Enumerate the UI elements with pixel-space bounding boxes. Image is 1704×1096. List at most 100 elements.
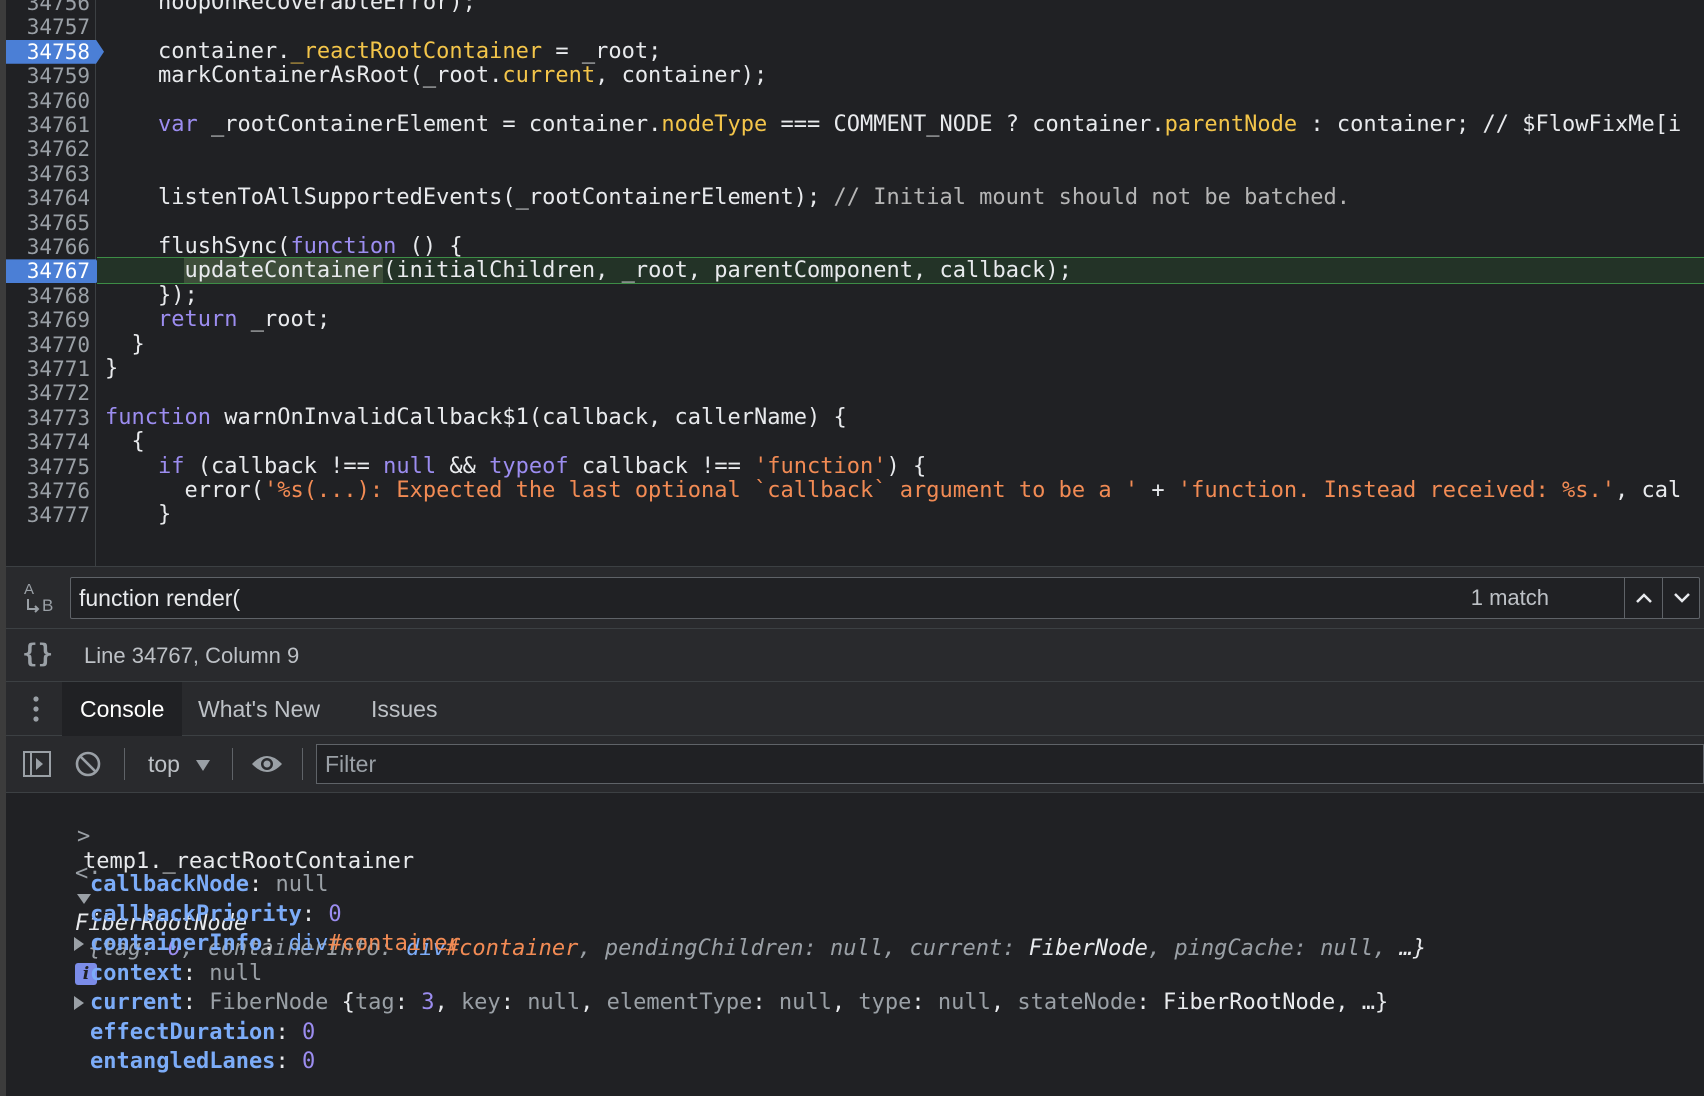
code-token: && — [436, 453, 490, 479]
line-number[interactable]: 34772 — [6, 380, 90, 407]
property-name: current — [90, 990, 183, 1015]
clear-console-icon[interactable] — [74, 750, 102, 778]
console-output[interactable]: > temp1._reactRootContainer <· FiberRoot… — [6, 793, 1704, 1096]
code-token: _root; — [237, 307, 331, 333]
search-input[interactable] — [79, 578, 1379, 618]
pretty-print-icon[interactable]: {} — [22, 639, 53, 669]
drawer-tab-bar: Console What's New Issues — [6, 682, 1704, 736]
line-number[interactable]: 34776 — [6, 478, 90, 505]
tab-issues[interactable]: Issues — [353, 682, 455, 736]
code-token: { — [105, 429, 145, 455]
code-token: ) { — [886, 453, 927, 479]
code-token: 'function' — [754, 453, 887, 479]
editor-status-bar: {} Line 34767, Column 9 — [6, 629, 1704, 682]
code-line[interactable]: markContainerAsRoot(_root.current, conta… — [105, 63, 767, 90]
code-token: _rootContainerElement = container. — [197, 112, 662, 137]
code-token: flushSync( — [105, 234, 291, 259]
line-number[interactable]: 34764 — [6, 185, 90, 212]
line-number[interactable]: 34758 — [6, 39, 90, 66]
line-number[interactable]: 34771 — [6, 356, 90, 383]
line-number[interactable]: 34775 — [6, 454, 90, 481]
cursor-position: Line 34767, Column 9 — [84, 643, 300, 668]
property-row-containerInfo[interactable]: containerInfo: div#container — [74, 931, 461, 956]
context-selector[interactable]: top — [148, 736, 211, 793]
code-token: var — [157, 112, 198, 137]
next-match-button[interactable] — [1662, 578, 1700, 618]
code-token: warnOnInvalidCallback$1(callback, caller… — [210, 404, 847, 430]
fiber-type: FiberNode — [209, 990, 329, 1015]
property-value: null — [209, 960, 263, 986]
code-token: === COMMENT_NODE ? container. — [767, 112, 1165, 137]
code-line[interactable]: updateContainer(initialChildren, _root, … — [105, 258, 1072, 285]
code-line[interactable]: function warnOnInvalidCallback$1(callbac… — [105, 405, 847, 432]
line-number[interactable]: 34774 — [6, 429, 90, 456]
property-row-current[interactable]: current: FiberNode {tag: 3, key: null, e… — [74, 990, 1388, 1015]
line-number[interactable]: 34768 — [6, 283, 90, 310]
code-token: current — [502, 63, 596, 89]
code-area[interactable]: noopOnRecoverableError); container._reac… — [97, 0, 1704, 566]
line-number[interactable]: 34761 — [6, 112, 90, 139]
line-number[interactable]: 34777 — [6, 502, 90, 529]
code-token: = _root; — [542, 38, 662, 64]
code-token: // Initial mount should not be batched. — [833, 185, 1351, 211]
line-number[interactable]: 34762 — [6, 136, 90, 163]
line-number[interactable]: 34769 — [6, 307, 90, 334]
property-row-callbackNode[interactable]: callbackNode: null — [74, 872, 328, 897]
property-name: entangledLanes — [90, 1049, 276, 1074]
svg-text:A: A — [24, 581, 34, 598]
line-number[interactable]: 34757 — [6, 14, 90, 41]
tab-whats-new[interactable]: What's New — [180, 682, 338, 736]
code-line[interactable]: var _rootContainerElement = container.no… — [105, 112, 1681, 139]
search-bar: A B 1 match — [6, 566, 1704, 629]
tab-console[interactable]: Console — [62, 682, 183, 736]
more-options-icon[interactable] — [26, 694, 46, 724]
summary-pending: null — [830, 936, 883, 961]
search-box: 1 match — [70, 577, 1700, 619]
line-number[interactable]: 34766 — [6, 234, 90, 261]
code-token: + — [1138, 478, 1178, 503]
property-value-id: #container — [328, 931, 461, 956]
code-token: , cal — [1614, 478, 1682, 503]
line-number[interactable]: 34763 — [6, 161, 90, 188]
code-line[interactable]: error('%s(...): Expected the last option… — [105, 478, 1681, 505]
source-editor[interactable]: 34756 34757 34758 34759 34760 34761 34762 34763… — [6, 0, 1704, 566]
code-token: null — [383, 453, 437, 479]
line-number[interactable]: 34767 — [6, 258, 90, 285]
property-row-context[interactable]: context: null — [74, 961, 262, 986]
line-number[interactable]: 34765 — [6, 210, 90, 237]
previous-match-button[interactable] — [1624, 578, 1662, 618]
line-number[interactable]: 34760 — [6, 88, 90, 115]
line-number[interactable]: 34770 — [6, 332, 90, 359]
code-line[interactable]: container._reactRootContainer = _root; — [105, 39, 661, 66]
line-number[interactable]: 34759 — [6, 63, 90, 90]
line-number-gutter[interactable]: 34756 34757 34758 34759 34760 34761 34762 34763… — [6, 0, 104, 566]
code-line[interactable]: listenToAllSupportedEvents(_rootContaine… — [105, 185, 1350, 212]
console-toolbar: top — [6, 736, 1704, 793]
sidebar-toggle-icon[interactable] — [22, 750, 52, 778]
code-line[interactable]: }); — [105, 283, 198, 310]
property-row-callbackPriority[interactable]: callbackPriority: 0 — [74, 902, 342, 927]
summary-container-id: #container — [445, 936, 579, 961]
context-label: top — [148, 751, 180, 777]
expand-toggle-icon[interactable] — [74, 937, 84, 951]
code-token: container. — [105, 38, 291, 64]
code-line[interactable]: return _root; — [105, 307, 330, 334]
expand-toggle-icon[interactable] — [74, 996, 84, 1010]
code-token: 'function. Instead received: %s.' — [1177, 478, 1615, 503]
code-line[interactable]: if (callback !== null && typeof callback… — [105, 454, 926, 481]
property-row-effectDuration[interactable]: effectDuration: 0 — [74, 1020, 315, 1045]
code-token: , container); — [595, 63, 768, 89]
code-line[interactable]: } — [105, 356, 118, 383]
line-number[interactable]: 34773 — [6, 405, 90, 432]
code-token: function — [105, 404, 211, 430]
code-line[interactable]: noopOnRecoverableError); — [105, 0, 476, 17]
filter-input[interactable] — [325, 745, 1625, 783]
property-value: 0 — [328, 901, 342, 927]
live-expression-eye-icon[interactable] — [250, 752, 284, 776]
code-line[interactable]: } — [105, 332, 144, 359]
match-case-icon[interactable]: A B — [22, 579, 62, 615]
code-line[interactable]: { — [105, 429, 145, 456]
property-row-entangledLanes[interactable]: entangledLanes: 0 — [74, 1049, 315, 1074]
summary-current: FiberNode — [1028, 936, 1148, 961]
code-line[interactable]: } — [105, 502, 171, 529]
